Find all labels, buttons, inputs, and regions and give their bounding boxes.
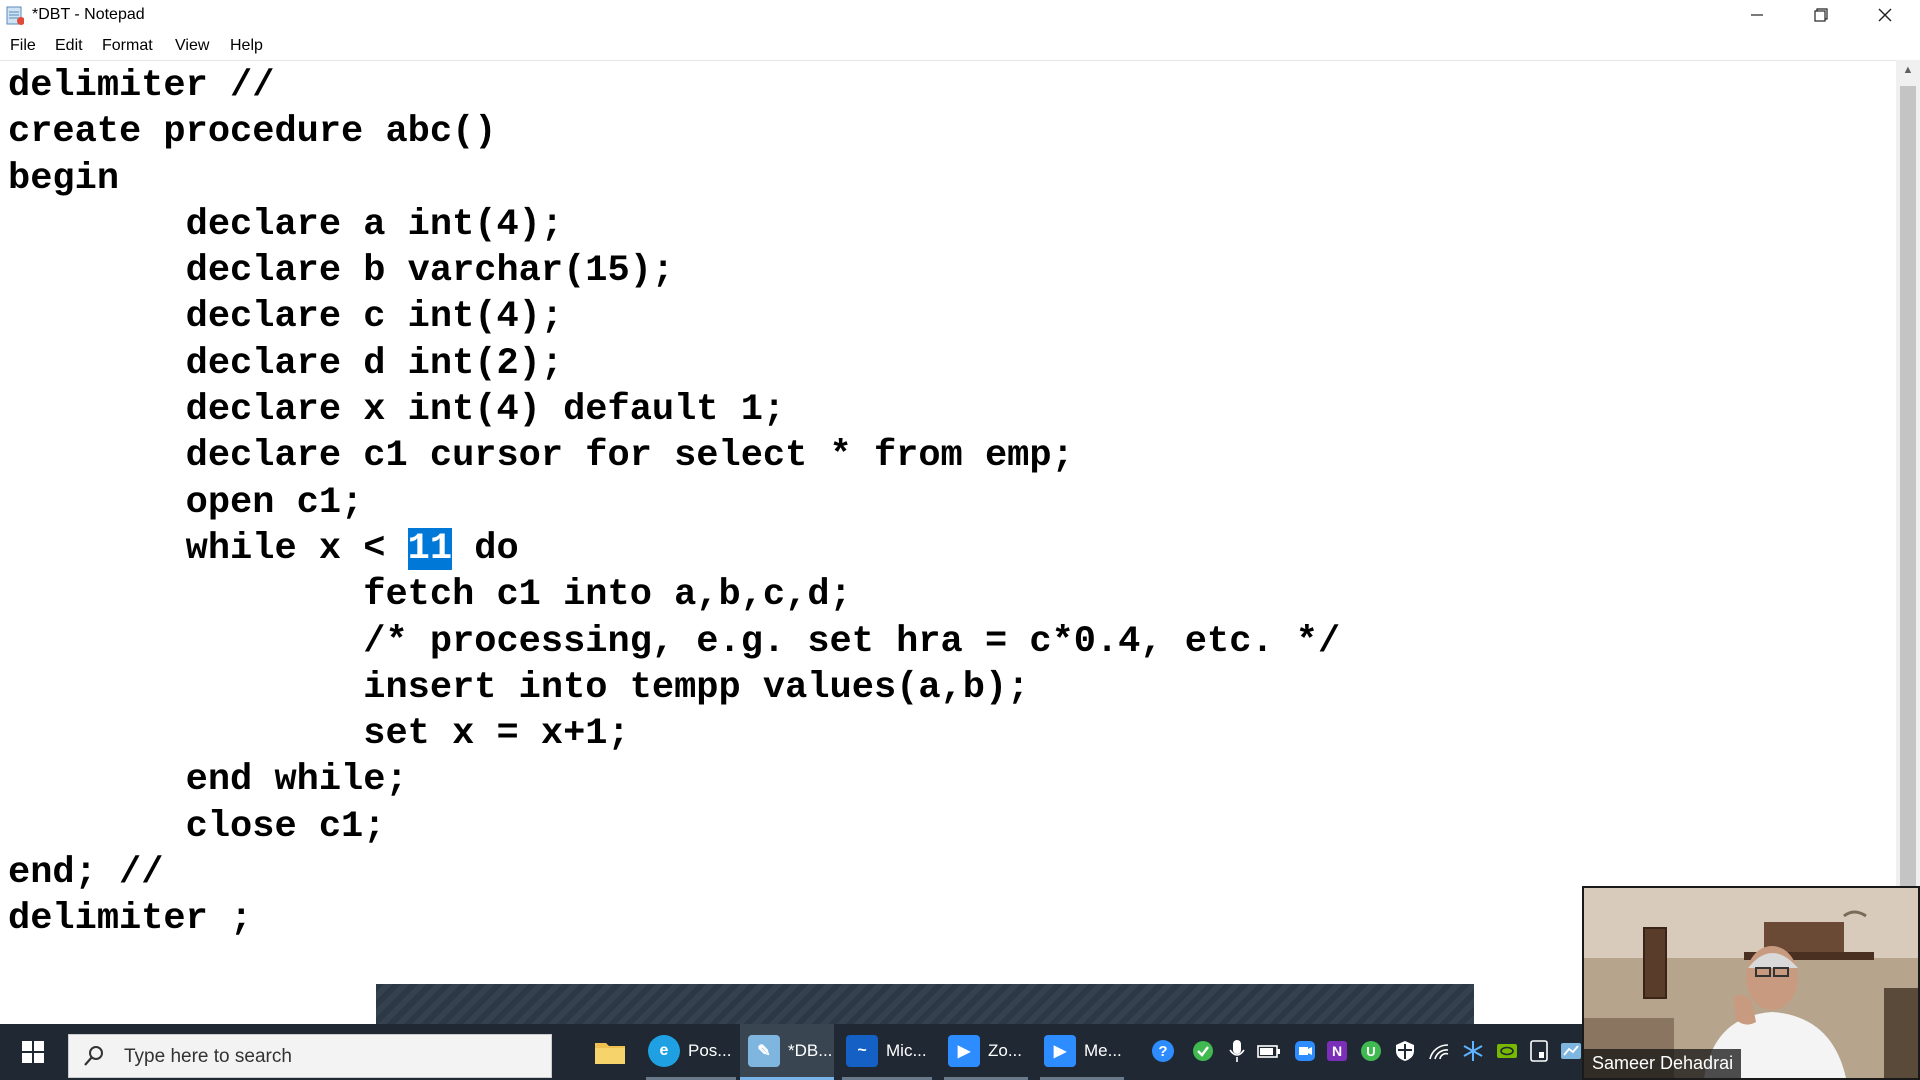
code-line: close c1;	[8, 805, 386, 848]
menu-view[interactable]: View	[175, 37, 209, 55]
code-line: declare c int(4);	[8, 296, 564, 339]
code-line: create procedure abc()	[8, 111, 497, 154]
taskbar-app-label: Mic...	[886, 1040, 927, 1060]
windows-icon	[22, 1041, 44, 1063]
taskbar-app-whiteboard[interactable]: ~ Mic...	[842, 1024, 932, 1080]
code-line: declare b varchar(15);	[8, 250, 675, 293]
editor-content[interactable]: delimiter //create procedure abc() begin …	[8, 63, 1340, 943]
close-button[interactable]	[1854, 0, 1916, 30]
taskbar-app-edge[interactable]: e Pos...	[646, 1024, 736, 1080]
taskbar-file-explorer[interactable]	[590, 1024, 630, 1080]
security-shield-icon[interactable]	[1392, 1038, 1418, 1064]
code-line-suffix: do	[452, 527, 519, 570]
code-line: end while;	[8, 759, 408, 802]
zoom-icon: ▶	[948, 1034, 980, 1067]
edge-icon: e	[648, 1034, 680, 1067]
svg-text:U: U	[1366, 1044, 1375, 1059]
microphone-icon[interactable]	[1224, 1038, 1250, 1064]
wifi-icon[interactable]	[1426, 1038, 1452, 1064]
code-line: declare d int(2);	[8, 342, 564, 385]
taskbar-app-label: Zo...	[988, 1040, 1023, 1060]
shield-check-icon[interactable]	[1190, 1038, 1216, 1064]
notepad-icon	[6, 6, 24, 25]
taskbar-app-notepad[interactable]: ✎ *DB...	[740, 1024, 834, 1080]
taskbar-app-label: Pos...	[688, 1040, 732, 1060]
code-line: delimiter ;	[8, 898, 253, 941]
restore-button[interactable]	[1790, 0, 1852, 30]
tablet-icon[interactable]	[1526, 1038, 1552, 1064]
text-editor[interactable]: delimiter //create procedure abc() begin …	[0, 60, 1896, 1021]
folder-icon	[595, 1043, 625, 1064]
code-line: fetch c1 into a,b,c,d;	[8, 574, 852, 617]
text-selection: 11	[407, 527, 453, 570]
snowflake-icon[interactable]	[1460, 1038, 1486, 1064]
zoom-tray-icon[interactable]	[1292, 1038, 1318, 1064]
taskbar-app-zoom-meeting[interactable]: ▶ Me...	[1040, 1024, 1124, 1080]
code-line: declare c1 cursor for select * from emp;	[8, 435, 1074, 478]
code-line: end; //	[8, 852, 164, 895]
code-line: insert into tempp values(a,b);	[8, 666, 1030, 709]
onenote-icon[interactable]: N	[1324, 1038, 1350, 1064]
whiteboard-icon: ~	[846, 1034, 878, 1067]
zoom-meeting-icon: ▶	[1044, 1034, 1076, 1067]
menu-file[interactable]: File	[10, 37, 36, 55]
code-line: set x = x+1;	[8, 713, 630, 756]
vertical-scrollbar[interactable]: ▲	[1896, 60, 1920, 1020]
start-button[interactable]	[0, 1024, 66, 1080]
taskbar-app-label: *DB...	[788, 1040, 833, 1060]
svg-text:?: ?	[1158, 1043, 1167, 1060]
overlay-bar	[376, 984, 1474, 1024]
menu-bar: File Edit Format View Help	[0, 32, 1920, 58]
code-line-while: while x < 11 do	[8, 526, 1340, 572]
taskbar-app-zoom[interactable]: ▶ Zo...	[944, 1024, 1028, 1080]
search-placeholder: Type here to search	[124, 1046, 292, 1067]
menu-edit[interactable]: Edit	[55, 37, 83, 55]
scroll-up-icon[interactable]: ▲	[1896, 64, 1920, 80]
code-line: delimiter //	[8, 65, 275, 107]
upwork-icon[interactable]: U	[1358, 1038, 1384, 1064]
scrollbar-thumb[interactable]	[1900, 86, 1916, 946]
restore-icon	[1814, 8, 1828, 22]
search-box[interactable]: Type here to search	[68, 1034, 552, 1078]
svg-text:N: N	[1332, 1043, 1342, 1059]
title-bar[interactable]: *DBT - Notepad	[0, 0, 1920, 30]
taskbar-app-label: Me...	[1084, 1040, 1122, 1060]
menu-help[interactable]: Help	[230, 37, 263, 55]
battery-icon[interactable]	[1256, 1038, 1282, 1064]
minimize-button[interactable]	[1726, 0, 1788, 30]
participant-name: Sameer Dehadrai	[1584, 1049, 1742, 1078]
notepad-icon: ✎	[748, 1034, 780, 1067]
help-icon[interactable]: ?	[1150, 1038, 1176, 1064]
app-tray-icon[interactable]	[1558, 1038, 1584, 1064]
nvidia-icon[interactable]	[1494, 1038, 1520, 1064]
code-line: declare x int(4) default 1;	[8, 389, 786, 432]
minimize-icon	[1751, 14, 1763, 16]
video-feed[interactable]: Sameer Dehadrai	[1582, 886, 1920, 1080]
code-line: declare a int(4);	[8, 203, 564, 246]
code-line: open c1;	[8, 481, 364, 524]
code-line: begin	[8, 157, 120, 200]
window-title: *DBT - Notepad	[32, 6, 145, 23]
close-icon	[1878, 8, 1892, 22]
code-line: /* processing, e.g. set hra = c*0.4, etc…	[8, 620, 1341, 663]
search-icon	[84, 1046, 103, 1066]
menu-format[interactable]: Format	[102, 37, 153, 55]
code-line-prefix: while x <	[8, 527, 408, 570]
